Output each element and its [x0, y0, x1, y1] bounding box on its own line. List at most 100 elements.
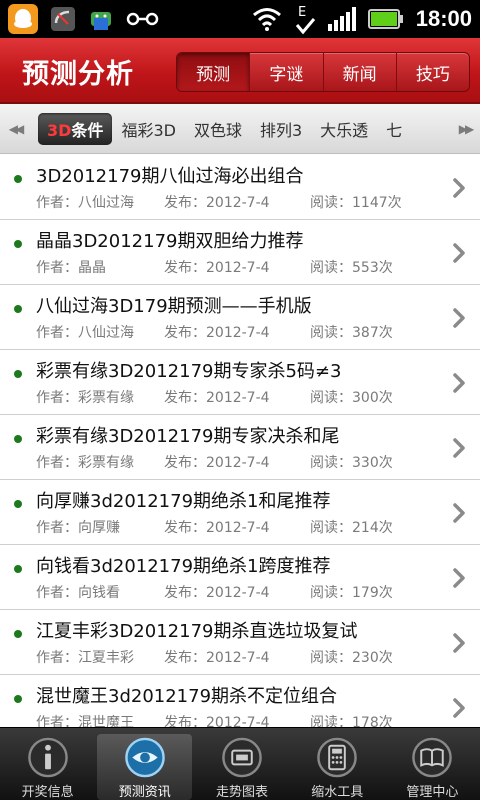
missed-call-icon: [51, 7, 75, 31]
article-author: 作者：向厚赚: [36, 517, 120, 537]
list-item[interactable]: 江夏丰彩3D2012179期杀直选垃圾复试 作者：江夏丰彩 发布：2012-7-4 阅…: [0, 610, 480, 675]
scroll-right-icon[interactable]: ▶▶: [452, 104, 478, 153]
category-bar: ◀◀ 3D条件 福彩3D 双色球 排列3 大乐透 七 ▶▶: [0, 104, 480, 154]
list-item[interactable]: 彩票有缘3D2012179期专家杀5码≠3 作者：彩票有缘 发布：2012-7-4 阅…: [0, 350, 480, 415]
article-author: 作者：向钱看: [36, 582, 120, 602]
section-tabs: 预测 字谜 新闻 技巧: [176, 52, 470, 92]
article-reads: 阅读：178次: [310, 712, 393, 727]
chevron-right-icon: [453, 633, 465, 653]
read-count: 387: [352, 325, 379, 341]
list-item[interactable]: 晶晶3D2012179期双胆给力推荐 作者：晶晶 发布：2012-7-4 阅读：553…: [0, 220, 480, 285]
author-prefix: 作者：: [36, 195, 78, 211]
tab-lottery-info[interactable]: 开奖信息: [0, 728, 95, 800]
author-value: 八仙过海: [78, 325, 134, 341]
chevron-right-icon: [453, 373, 465, 393]
read-prefix: 阅读：: [310, 390, 352, 406]
article-date: 发布：2012-7-4: [164, 517, 270, 537]
list-item[interactable]: 3D2012179期八仙过海必出组合 作者：八仙过海 发布：2012-7-4 阅读：1…: [0, 155, 480, 220]
scroll-left-icon[interactable]: ◀◀: [2, 104, 28, 153]
date-prefix: 发布：: [164, 455, 206, 471]
chart-icon: [222, 737, 262, 778]
article-reads: 阅读：1147次: [310, 192, 402, 212]
author-prefix: 作者：: [36, 260, 78, 276]
category-qi[interactable]: 七: [377, 117, 411, 141]
article-list: 3D2012179期八仙过海必出组合 作者：八仙过海 发布：2012-7-4 阅读：1…: [0, 155, 480, 727]
article-author: 作者：晶晶: [36, 257, 106, 277]
tab-trend-charts[interactable]: 走势图表: [194, 728, 289, 800]
bullet-icon: [14, 175, 22, 183]
read-prefix: 阅读：: [310, 455, 352, 471]
read-suffix: 次: [387, 195, 402, 211]
category-fc3d[interactable]: 福彩3D: [112, 117, 185, 141]
category-3d-conditions[interactable]: 3D条件: [38, 113, 113, 145]
tab-tips[interactable]: 技巧: [395, 53, 469, 91]
article-date: 发布：2012-7-4: [164, 257, 270, 277]
article-title: 向钱看3d2012179期绝杀1跨度推荐: [36, 556, 331, 577]
date-prefix: 发布：: [164, 585, 206, 601]
bullet-icon: [14, 500, 22, 508]
author-value: 晶晶: [78, 260, 106, 276]
bullet-icon: [14, 565, 22, 573]
date-prefix: 发布：: [164, 520, 206, 536]
bullet-icon: [14, 630, 22, 638]
category-ssq[interactable]: 双色球: [185, 117, 251, 141]
date-value: 2012-7-4: [206, 585, 270, 601]
tab-forecast-news[interactable]: 预测资讯: [97, 734, 193, 800]
data-edge-icon: E: [295, 5, 315, 35]
chevron-right-icon: [453, 178, 465, 198]
signal-icon: [327, 7, 356, 31]
list-item[interactable]: 八仙过海3D179期预测——手机版 作者：八仙过海 发布：2012-7-4 阅读：38…: [0, 285, 480, 350]
bullet-icon: [14, 240, 22, 248]
tab-reduce-tool[interactable]: 缩水工具: [290, 728, 385, 800]
article-title: 八仙过海3D179期预测——手机版: [36, 296, 312, 317]
read-suffix: 次: [378, 715, 393, 727]
category-dlt[interactable]: 大乐透: [311, 117, 377, 141]
read-prefix: 阅读：: [310, 325, 352, 341]
article-date: 发布：2012-7-4: [164, 712, 270, 727]
author-prefix: 作者：: [36, 455, 78, 471]
read-count: 179: [352, 585, 379, 601]
chevron-right-icon: [453, 438, 465, 458]
date-prefix: 发布：: [164, 390, 206, 406]
category-pl3[interactable]: 排列3: [251, 117, 311, 141]
read-prefix: 阅读：: [310, 650, 352, 666]
list-item[interactable]: 向厚赚3d2012179期绝杀1和尾推荐 作者：向厚赚 发布：2012-7-4 阅读：…: [0, 480, 480, 545]
tab-riddle[interactable]: 字谜: [249, 53, 322, 91]
article-date: 发布：2012-7-4: [164, 322, 270, 342]
article-title: 向厚赚3d2012179期绝杀1和尾推荐: [36, 491, 331, 512]
tab-forecast[interactable]: 预测: [177, 53, 250, 91]
tab-label: 缩水工具: [311, 785, 364, 800]
article-author: 作者：八仙过海: [36, 192, 134, 212]
article-author: 作者：八仙过海: [36, 322, 134, 342]
chevron-right-icon: [453, 698, 465, 718]
read-suffix: 次: [378, 585, 393, 601]
chevron-right-icon: [453, 503, 465, 523]
tab-management[interactable]: 管理中心: [385, 728, 480, 800]
list-item[interactable]: 向钱看3d2012179期绝杀1跨度推荐 作者：向钱看 发布：2012-7-4 阅读：…: [0, 545, 480, 610]
read-prefix: 阅读：: [310, 260, 352, 276]
date-value: 2012-7-4: [206, 520, 270, 536]
author-value: 江夏丰彩: [78, 650, 134, 666]
read-prefix: 阅读：: [310, 585, 352, 601]
article-title: 彩票有缘3D2012179期专家杀5码≠3: [36, 361, 342, 382]
author-value: 彩票有缘: [78, 390, 134, 406]
article-reads: 阅读：214次: [310, 517, 393, 537]
list-item[interactable]: 混世魔王3d2012179期杀不定位组合 作者：混世魔王 发布：2012-7-4 阅读…: [0, 675, 480, 727]
author-prefix: 作者：: [36, 390, 78, 406]
article-title: 3D2012179期八仙过海必出组合: [36, 166, 304, 187]
status-bar: E 18:00: [0, 0, 480, 38]
author-value: 彩票有缘: [78, 455, 134, 471]
article-date: 发布：2012-7-4: [164, 582, 270, 602]
bullet-icon: [14, 305, 22, 313]
date-value: 2012-7-4: [206, 260, 270, 276]
tab-news[interactable]: 新闻: [322, 53, 396, 91]
read-suffix: 次: [378, 390, 393, 406]
app-header: 预测分析 预测 字谜 新闻 技巧: [0, 38, 480, 104]
author-prefix: 作者：: [36, 520, 78, 536]
date-prefix: 发布：: [164, 325, 206, 341]
article-date: 发布：2012-7-4: [164, 452, 270, 472]
read-count: 330: [352, 455, 379, 471]
date-prefix: 发布：: [164, 195, 206, 211]
date-prefix: 发布：: [164, 650, 206, 666]
list-item[interactable]: 彩票有缘3D2012179期专家决杀和尾 作者：彩票有缘 发布：2012-7-4 阅读…: [0, 415, 480, 480]
